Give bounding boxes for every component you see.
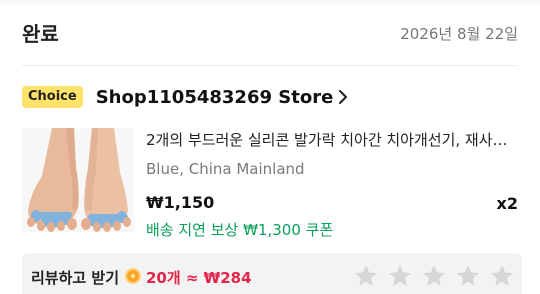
choice-badge: Choice [22, 86, 83, 108]
product-image[interactable] [22, 128, 134, 232]
store-name[interactable]: Shop1105483269 Store [96, 87, 334, 108]
product-price: ₩1,150 [146, 193, 215, 212]
star-icon-5[interactable] [489, 263, 515, 289]
product-quantity: x2 [496, 194, 518, 213]
coin-icon [125, 268, 141, 284]
star-icon-3[interactable] [421, 263, 447, 289]
product-photo-feet [22, 128, 134, 232]
star-icon-1[interactable] [353, 263, 379, 289]
review-reward: 20개 ≈ ₩284 [146, 269, 252, 287]
order-header: 완료 2026년 8월 22일 [0, 0, 540, 64]
order-date: 2026년 8월 22일 [400, 25, 518, 43]
header-divider [22, 65, 518, 66]
star-rating[interactable] [353, 263, 523, 289]
order-status: 완료 [22, 22, 59, 46]
product-title[interactable]: 2개의 부드러운 실리콘 발가락 치아간 치아개선기, 재사… [146, 129, 518, 150]
review-label: 리뷰하고 받기 [31, 269, 120, 287]
product-variant: Blue, China Mainland [146, 160, 305, 178]
chevron-right-icon[interactable] [338, 90, 348, 104]
star-icon-2[interactable] [387, 263, 413, 289]
star-icon-4[interactable] [455, 263, 481, 289]
store-link[interactable]: Choice Shop1105483269 Store [22, 85, 348, 109]
delay-compensation-coupon: 배송 지연 보상 ₩1,300 쿠폰 [146, 221, 334, 239]
review-reward-bar[interactable]: 리뷰하고 받기 20개 ≈ ₩284 [22, 253, 522, 294]
